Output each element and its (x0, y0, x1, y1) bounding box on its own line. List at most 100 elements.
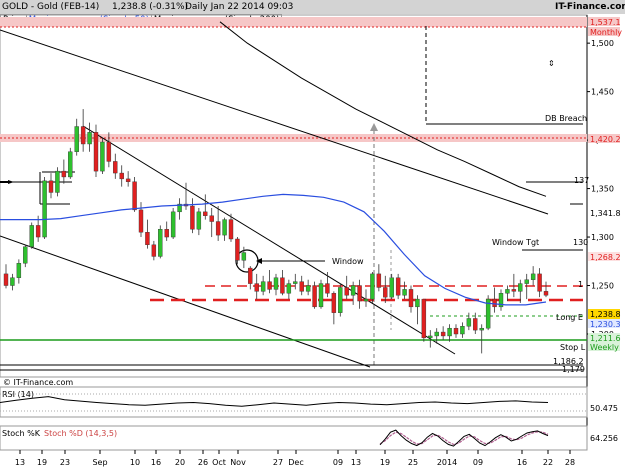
watermark: © IT-Finance.com (3, 378, 73, 387)
x-tick-label: 09 (473, 458, 483, 467)
candle-body (273, 277, 279, 290)
candle-body (228, 219, 234, 240)
candle-body (164, 229, 169, 238)
candle-body (363, 298, 369, 302)
last-price: 1,238.8 (590, 310, 621, 319)
price-panel-frame (0, 14, 588, 378)
candle-body (421, 298, 427, 339)
candle-body (293, 281, 298, 284)
candle-body (370, 273, 375, 300)
candle-body (453, 327, 459, 335)
candle-body (48, 180, 54, 193)
candle-body (125, 178, 131, 182)
candle-body (473, 318, 478, 331)
x-tick-label: 26 (198, 458, 208, 467)
rsi-line (0, 396, 549, 407)
y-tick-label: 1,500 (591, 39, 614, 48)
candle-body (466, 318, 472, 327)
candle-body (3, 273, 9, 286)
candle-body (286, 283, 292, 294)
stop-loss-label: Stop L (560, 343, 586, 352)
price-chart[interactable]: ⇕ DB Breach 137 Window Tgt 130 1 Window … (0, 0, 625, 469)
candle-body (530, 273, 536, 280)
candle-body (68, 151, 73, 178)
x-tick-label: 16 (151, 458, 161, 467)
candle-body (23, 246, 28, 264)
candle-body (35, 225, 41, 238)
candle-body (61, 170, 67, 178)
x-tick-label: 25 (408, 458, 418, 467)
y-tick-label: 1,350 (591, 185, 614, 194)
candle-body (543, 291, 549, 296)
y-tick-label: 1,250 (591, 282, 614, 291)
candle-body (209, 215, 214, 222)
stoch-d-label: Stoch %D (14,3,5) (44, 429, 117, 438)
candle-body (434, 331, 439, 337)
candle-body (344, 287, 349, 296)
candle-body (537, 273, 542, 292)
tag-1179: 1,179 (562, 365, 585, 374)
candle-body (42, 180, 47, 238)
up-down-arrows-icon[interactable]: ⇕ (548, 59, 555, 68)
candle-body (203, 211, 208, 216)
tag-1341: 1,341.8 (590, 209, 621, 218)
stoch-k-label: Stoch %K (2, 429, 41, 438)
monthly-value: 1,537.1 (590, 18, 621, 27)
candle-body (524, 279, 529, 284)
long-downtrend-line (0, 29, 549, 215)
candle-body (87, 132, 92, 145)
window-arrow-icon (256, 258, 262, 264)
y-axis: 1,5001,4501,4001,3501,3001,2501,200 (587, 39, 614, 339)
candle-body (338, 287, 343, 313)
candle-body (389, 277, 394, 298)
candle-body (248, 267, 253, 284)
candle-body (16, 263, 22, 278)
candle-body (93, 132, 99, 172)
candle-body (113, 161, 118, 174)
y-tick-label: 1,450 (591, 88, 614, 97)
candle-body (55, 170, 60, 193)
label-1: 1 (578, 280, 583, 289)
candle-body (254, 283, 259, 292)
candle-body (299, 281, 304, 292)
db-breach-label: DB Breach (545, 114, 587, 123)
label-130: 130 (573, 238, 588, 247)
window-label: Window (332, 257, 364, 266)
candle-body (151, 244, 157, 257)
candle-body (460, 326, 465, 335)
candle-body (29, 225, 34, 247)
x-axis: 13 19 23 Sep 10 16 20 26 Oct Nov 27 Dec 09 13 19 25 2014… (15, 450, 575, 467)
y-tick-label: 1,300 (591, 233, 614, 242)
candle-body (222, 219, 227, 236)
weekly-value: 1,211.6 (590, 334, 621, 343)
tag-1268: 1,268.2 (590, 253, 621, 262)
candle-body (190, 205, 195, 230)
candle-body (280, 277, 285, 294)
candle-body (312, 285, 317, 308)
candle-body (376, 273, 382, 288)
candle-body (305, 285, 311, 292)
x-tick-label: 13 (351, 458, 361, 467)
x-tick-label: 10 (130, 458, 140, 467)
candle-body (505, 289, 510, 294)
x-tick-label: 23 (60, 458, 70, 467)
long-entry-label: Long E (556, 313, 583, 322)
monthly-word: Monthly (590, 28, 622, 37)
ma200-line (219, 21, 547, 197)
ma50-line (0, 193, 547, 306)
candle-body (395, 277, 401, 296)
x-tick-label: Nov (230, 458, 246, 467)
window-target-label: Window Tgt (492, 238, 539, 247)
x-tick-label: 2014 (437, 458, 457, 467)
label-137: 137 (574, 176, 589, 185)
rsi-value: 50.475 (590, 404, 618, 413)
candle-body (100, 141, 105, 172)
candle-body (267, 281, 272, 290)
candle-body (447, 327, 452, 337)
weekly-word: Weekly (590, 343, 619, 352)
candle-body (170, 211, 176, 238)
candle-body (158, 229, 163, 257)
candle-body (106, 141, 112, 162)
candle-body (492, 298, 497, 308)
candle-body (80, 126, 86, 145)
